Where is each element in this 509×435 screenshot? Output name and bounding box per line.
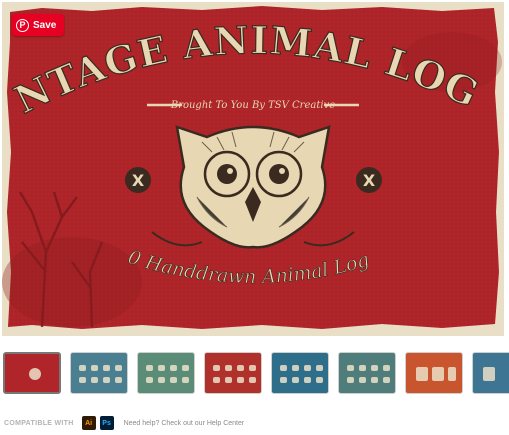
save-button[interactable]: P Save xyxy=(12,14,65,36)
hero-subtitle: Brought To You By TSV Creative xyxy=(170,100,335,111)
badge-right: X xyxy=(356,167,382,193)
compatible-with-label: COMPATIBLE WITH xyxy=(4,419,74,427)
pinterest-icon: P xyxy=(16,18,29,32)
hero-image: VINTAGE ANIMAL LOGOS Brought To You By T… xyxy=(2,2,504,336)
svg-text:X: X xyxy=(132,171,145,190)
thumbnail-3[interactable] xyxy=(137,352,195,394)
thumbnail-2[interactable] xyxy=(70,352,128,394)
thumbnail-1[interactable] xyxy=(3,352,61,394)
footer-bar: COMPATIBLE WITH Ai Ps Need help? Check o… xyxy=(4,415,244,431)
photoshop-icon: Ps xyxy=(99,416,114,430)
save-button-label: Save xyxy=(33,19,57,31)
illustrator-icon: Ai xyxy=(81,416,96,430)
thumbnail-8[interactable] xyxy=(472,352,509,394)
thumbnail-7[interactable] xyxy=(405,352,463,394)
thumbnail-6[interactable] xyxy=(338,352,396,394)
thumbnail-4[interactable] xyxy=(204,352,262,394)
thumbnail-5[interactable] xyxy=(271,352,329,394)
badge-left: X xyxy=(125,167,151,193)
svg-text:X: X xyxy=(363,171,376,190)
thumbnail-strip xyxy=(0,352,509,400)
hero-artwork: VINTAGE ANIMAL LOGOS Brought To You By T… xyxy=(2,2,502,329)
help-center-link[interactable]: Need help? Check out our Help Center xyxy=(124,420,245,427)
